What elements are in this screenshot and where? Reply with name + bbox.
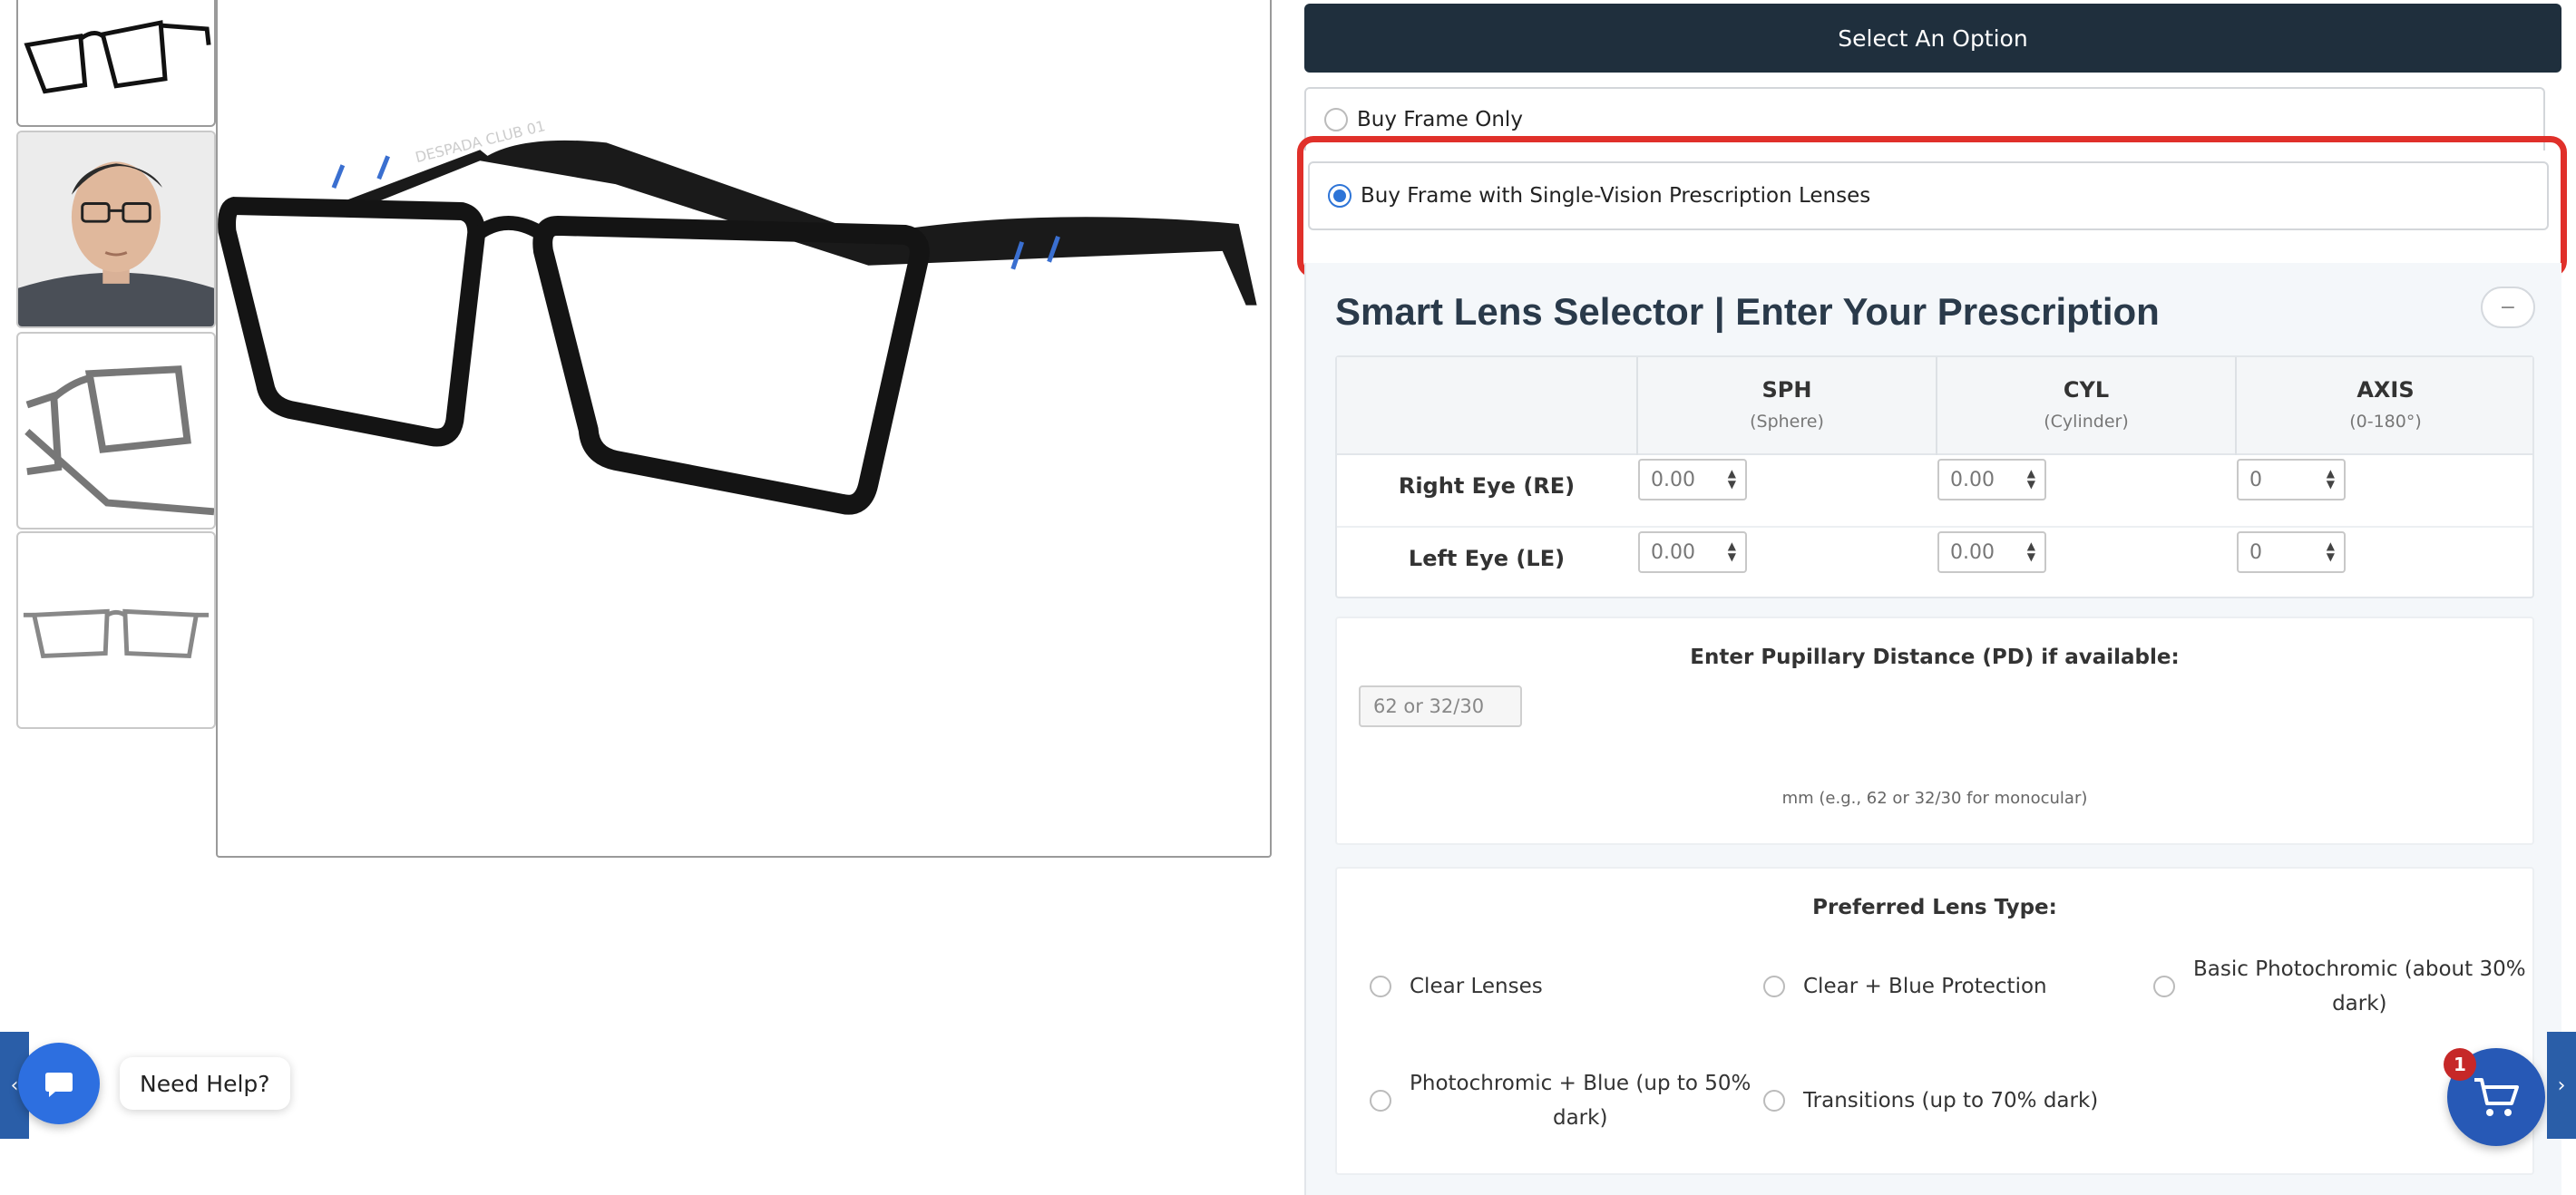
glasses-angle-image bbox=[24, 365, 214, 516]
main-product-image[interactable]: DESPADA CLUB 01 bbox=[216, 0, 1272, 858]
lens-label-basic-photochromic-line2: dark) bbox=[2332, 992, 2387, 1015]
column-sub-axis: (0-180°) bbox=[2349, 412, 2422, 432]
radio-photochromic-blue[interactable] bbox=[1370, 1090, 1391, 1112]
row-label-left-eye: Left Eye (LE) bbox=[1408, 546, 1566, 571]
glasses-front-image bbox=[24, 20, 211, 94]
lens-type-title: Preferred Lens Type: bbox=[1812, 896, 2057, 919]
pd-input[interactable]: 62 or 32/30 bbox=[1359, 685, 1522, 727]
lens-option-clear[interactable]: Clear Lenses bbox=[1370, 968, 1543, 1005]
lens-option-transitions[interactable]: Transitions (up to 70% dark) bbox=[1763, 1083, 2098, 1119]
pupillary-distance-section: Enter Pupillary Distance (PD) if availab… bbox=[1335, 617, 2534, 845]
lens-selector-title: Smart Lens Selector | Enter Your Prescri… bbox=[1335, 290, 2160, 333]
right-eye-cyl-input[interactable]: 0.00 ▲ ▼ bbox=[1937, 459, 2046, 500]
column-label-axis: AXIS bbox=[2356, 377, 2415, 403]
purchase-panel: Select An Option Buy Frame Only Buy Fram… bbox=[1297, 0, 2567, 1195]
column-header-sph: SPH (Sphere) bbox=[1638, 377, 1936, 432]
lens-label-transitions: Transitions (up to 70% dark) bbox=[1803, 1089, 2099, 1112]
lens-type-section: Preferred Lens Type: Clear Lenses Clear … bbox=[1335, 867, 2534, 1175]
radio-clear-blue[interactable] bbox=[1763, 976, 1785, 997]
spinner-icon[interactable]: ▲ ▼ bbox=[1728, 540, 1736, 562]
spinner-icon[interactable]: ▲ ▼ bbox=[2027, 540, 2035, 562]
lens-label-basic-photochromic: Basic Photochromic (about 30% dark) bbox=[2193, 952, 2526, 1021]
radio-basic-photochromic[interactable] bbox=[2153, 976, 2175, 997]
spinner-icon[interactable]: ▲ ▼ bbox=[2027, 468, 2035, 490]
prescription-table: SPH (Sphere) CYL (Cylinder) AXIS (0-180°… bbox=[1335, 355, 2534, 598]
left-eye-cyl-input[interactable]: 0.00 ▲ ▼ bbox=[1937, 531, 2046, 573]
lens-label-basic-photochromic-line1: Basic Photochromic (about 30% bbox=[2193, 957, 2526, 981]
glasses-flat-image bbox=[23, 608, 210, 659]
pd-title: Enter Pupillary Distance (PD) if availab… bbox=[1690, 646, 2180, 669]
thumbnail-angle-view[interactable] bbox=[16, 332, 216, 529]
collapse-button[interactable]: − bbox=[2481, 287, 2535, 328]
option-buy-frame-only[interactable]: Buy Frame Only bbox=[1304, 87, 2545, 151]
spinner-icon[interactable]: ▲ ▼ bbox=[1728, 468, 1736, 490]
right-eye-cyl-value: 0.00 bbox=[1950, 468, 1995, 491]
lens-option-basic-photochromic[interactable]: Basic Photochromic (about 30% dark) bbox=[2153, 952, 2526, 1021]
column-sub-sph: (Sphere) bbox=[1750, 412, 1824, 432]
radio-clear-lenses[interactable] bbox=[1370, 976, 1391, 997]
option-label-frame-with-lenses: Buy Frame with Single-Vision Prescriptio… bbox=[1361, 184, 1871, 208]
need-help-bubble[interactable]: Need Help? bbox=[120, 1057, 290, 1110]
left-eye-sph-value: 0.00 bbox=[1651, 540, 1695, 564]
right-eye-axis-input[interactable]: 0 ▲ ▼ bbox=[2237, 459, 2346, 500]
right-eye-sph-input[interactable]: 0.00 ▲ ▼ bbox=[1638, 459, 1747, 500]
thumbnail-model-view[interactable] bbox=[16, 131, 216, 328]
left-eye-cyl-value: 0.00 bbox=[1950, 540, 1995, 564]
cart-icon bbox=[2474, 1078, 2519, 1116]
row-divider bbox=[1337, 526, 2532, 528]
radio-buy-frame-with-lenses[interactable] bbox=[1328, 184, 1351, 208]
next-arrow-icon[interactable]: › bbox=[2547, 1032, 2576, 1139]
spinner-icon[interactable]: ▲ ▼ bbox=[2327, 468, 2335, 490]
lens-label-photochromic-blue-line1: Photochromic + Blue (up to 50% bbox=[1410, 1072, 1751, 1095]
chat-button[interactable] bbox=[18, 1043, 100, 1124]
lens-label-photochromic-blue-line2: dark) bbox=[1552, 1106, 1608, 1130]
lens-option-photochromic-blue[interactable]: Photochromic + Blue (up to 50% dark) bbox=[1370, 1066, 1751, 1135]
model-wearing-glasses-image bbox=[18, 132, 214, 326]
column-sub-cyl: (Cylinder) bbox=[2044, 412, 2129, 432]
spinner-icon[interactable]: ▲ ▼ bbox=[2327, 540, 2335, 562]
lens-label-photochromic-blue: Photochromic + Blue (up to 50% dark) bbox=[1410, 1066, 1751, 1135]
pd-note: mm (e.g., 62 or 32/30 for monocular) bbox=[1781, 789, 2088, 808]
prescription-table-header: SPH (Sphere) CYL (Cylinder) AXIS (0-180°… bbox=[1337, 357, 2532, 455]
glasses-main-image: DESPADA CLUB 01 bbox=[218, 117, 1257, 515]
smart-lens-selector: Smart Lens Selector | Enter Your Prescri… bbox=[1304, 263, 2561, 1195]
radio-transitions[interactable] bbox=[1763, 1090, 1785, 1112]
lens-option-clear-blue[interactable]: Clear + Blue Protection bbox=[1763, 968, 2047, 1005]
column-header-cyl: CYL (Cylinder) bbox=[1937, 377, 2235, 432]
left-eye-axis-value: 0 bbox=[2249, 540, 2262, 564]
column-label-cyl: CYL bbox=[2063, 377, 2110, 403]
lens-label-clear-blue: Clear + Blue Protection bbox=[1803, 975, 2047, 998]
thumbnail-front-view[interactable] bbox=[16, 0, 216, 127]
thumbnail-flat-view[interactable] bbox=[16, 531, 216, 729]
column-header-axis: AXIS (0-180°) bbox=[2237, 377, 2534, 432]
option-buy-frame-with-lenses[interactable]: Buy Frame with Single-Vision Prescriptio… bbox=[1308, 161, 2549, 230]
radio-buy-frame-only[interactable] bbox=[1324, 108, 1348, 131]
right-eye-sph-value: 0.00 bbox=[1651, 468, 1695, 491]
chat-bubble-icon bbox=[45, 1073, 73, 1097]
row-label-right-eye: Right Eye (RE) bbox=[1398, 473, 1576, 499]
column-label-sph: SPH bbox=[1761, 377, 1812, 403]
left-eye-sph-input[interactable]: 0.00 ▲ ▼ bbox=[1638, 531, 1747, 573]
option-label-frame-only: Buy Frame Only bbox=[1357, 108, 1523, 131]
left-eye-axis-input[interactable]: 0 ▲ ▼ bbox=[2237, 531, 2346, 573]
right-eye-axis-value: 0 bbox=[2249, 468, 2262, 491]
select-option-header: Select An Option bbox=[1304, 4, 2561, 73]
lens-label-clear: Clear Lenses bbox=[1410, 975, 1543, 998]
cart-count-badge: 1 bbox=[2444, 1048, 2476, 1081]
